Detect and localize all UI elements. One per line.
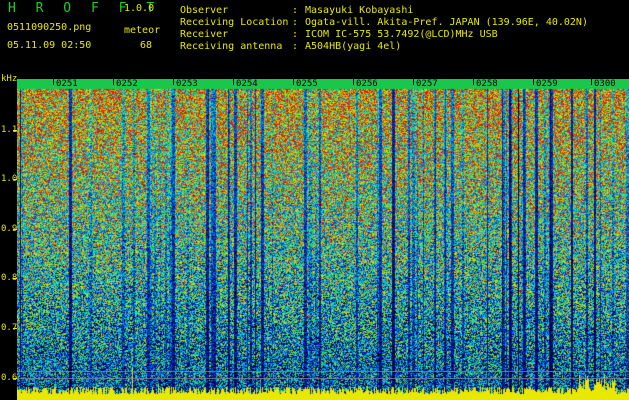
colon: : (292, 17, 299, 28)
receiver-key: Receiver (180, 29, 229, 40)
time-tick-mark (413, 79, 414, 85)
spectrogram-canvas (17, 79, 629, 400)
freq-tick-mark (13, 229, 17, 230)
time-tick-mark (473, 79, 474, 85)
time-tick-label: 0259 (536, 79, 558, 89)
time-tick-mark (533, 79, 534, 85)
time-tick-label: 0300 (594, 79, 616, 89)
time-tick-mark (233, 79, 234, 85)
time-tick-mark (353, 79, 354, 85)
time-tick-label: 0254 (236, 79, 258, 89)
event-count: 68 (140, 40, 153, 51)
observer-key: Observer (180, 5, 229, 16)
freq-tick-mark (13, 278, 17, 279)
freq-tick-mark (13, 179, 17, 180)
time-tick-label: 0251 (56, 79, 78, 89)
observer-value: Masayuki Kobayashi (305, 5, 414, 16)
colon: : (292, 41, 299, 52)
freq-tick-mark (13, 328, 17, 329)
time-tick-label: 0253 (176, 79, 198, 89)
location-key: Receiving Location (180, 17, 289, 28)
receiver-value: ICOM IC-575 53.7492(@LCD)MHz USB (305, 29, 498, 40)
time-tick-mark (591, 79, 592, 85)
freq-tick-mark (13, 130, 17, 131)
colon: : (292, 5, 299, 16)
header-panel: H R O F F T 1.0.0 0511090250.png meteor … (0, 0, 629, 78)
time-tick-mark (293, 79, 294, 85)
time-tick-mark (53, 79, 54, 85)
time-tick-label: 0258 (476, 79, 498, 89)
colon: : (292, 29, 299, 40)
time-tick-mark (173, 79, 174, 85)
location-value: Ogata-vill. Akita-Pref. JAPAN (139.96E, … (305, 17, 588, 28)
app-version: 1.0.0 (124, 3, 155, 14)
frequency-unit: kHz (1, 74, 18, 84)
time-tick-label: 0256 (356, 79, 378, 89)
time-tick-label: 0255 (296, 79, 318, 89)
time-tick-label: 0252 (116, 79, 138, 89)
antenna-key: Receiving antenna (180, 41, 283, 52)
timestamp: 05.11.09 02:50 (7, 40, 92, 51)
reference-line (17, 371, 629, 372)
time-tick-mark (113, 79, 114, 85)
mode-label: meteor (124, 25, 161, 36)
antenna-value: A504HB(yagi 4el) (305, 41, 402, 52)
freq-tick-mark (13, 378, 17, 379)
time-tick-label: 0257 (416, 79, 438, 89)
file-name: 0511090250.png (7, 22, 92, 33)
reference-line (17, 378, 629, 379)
